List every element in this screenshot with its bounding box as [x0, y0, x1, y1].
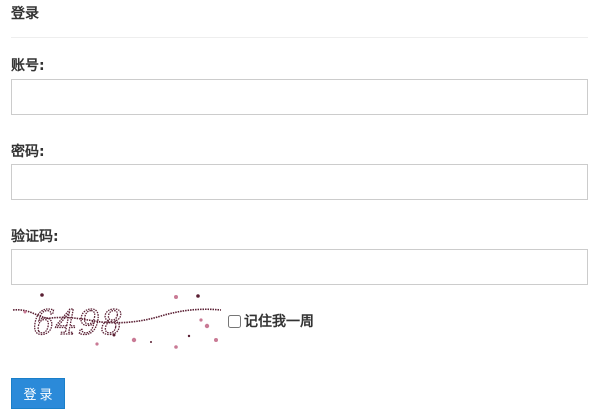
- captcha-graphic: 6498: [12, 293, 222, 349]
- remember-label: 记住我一周: [244, 314, 314, 330]
- form-title: 登录: [11, 6, 39, 22]
- account-label: 账号:: [11, 58, 45, 74]
- captcha-text: 6498: [33, 303, 124, 343]
- account-input[interactable]: [11, 79, 588, 115]
- remember-me[interactable]: 记住我一周: [228, 311, 314, 331]
- captcha-input[interactable]: [11, 249, 588, 285]
- password-label: 密码:: [11, 144, 45, 160]
- captcha-label: 验证码:: [11, 229, 59, 245]
- password-input[interactable]: [11, 164, 588, 200]
- remember-checkbox[interactable]: [228, 314, 241, 328]
- login-button[interactable]: 登录: [11, 378, 65, 409]
- captcha-image[interactable]: 6498: [11, 290, 223, 354]
- title-divider: [11, 37, 588, 38]
